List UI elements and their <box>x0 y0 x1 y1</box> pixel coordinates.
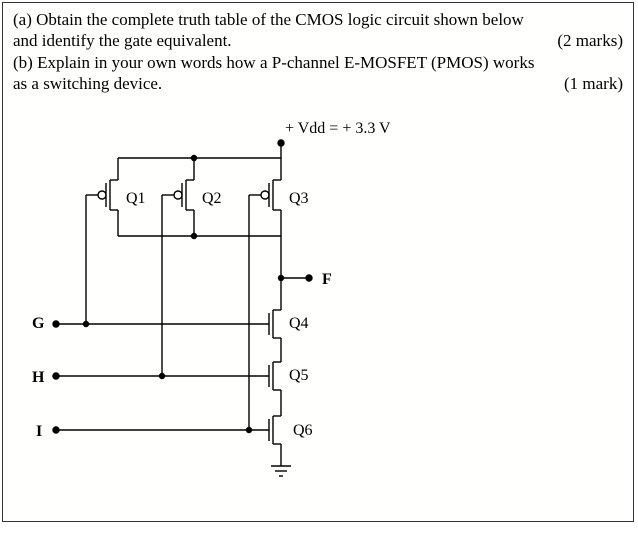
part-b-line2: as a switching device. <box>13 73 162 94</box>
circuit-svg <box>3 98 633 508</box>
question-text: (a) Obtain the complete truth table of t… <box>3 3 633 98</box>
page-frame: (a) Obtain the complete truth table of t… <box>2 2 634 522</box>
part-a-line1-row: (a) Obtain the complete truth table of t… <box>13 9 623 30</box>
part-a-line2: and identify the gate equivalent. <box>13 30 232 51</box>
part-a-marks: (2 marks) <box>549 30 623 51</box>
part-a-line1: (a) Obtain the complete truth table of t… <box>13 9 524 30</box>
part-b-line2-row: as a switching device. (1 mark) <box>13 73 623 94</box>
part-a-line2-row: and identify the gate equivalent. (2 mar… <box>13 30 623 51</box>
part-b-marks: (1 mark) <box>556 73 623 94</box>
part-b-line1-row: (b) Explain in your own words how a P-ch… <box>13 52 623 73</box>
circuit-diagram: + Vdd = + 3.3 V F G H I Q1 Q2 Q3 Q4 Q5 Q… <box>3 98 633 508</box>
part-b-line1: (b) Explain in your own words how a P-ch… <box>13 52 534 73</box>
